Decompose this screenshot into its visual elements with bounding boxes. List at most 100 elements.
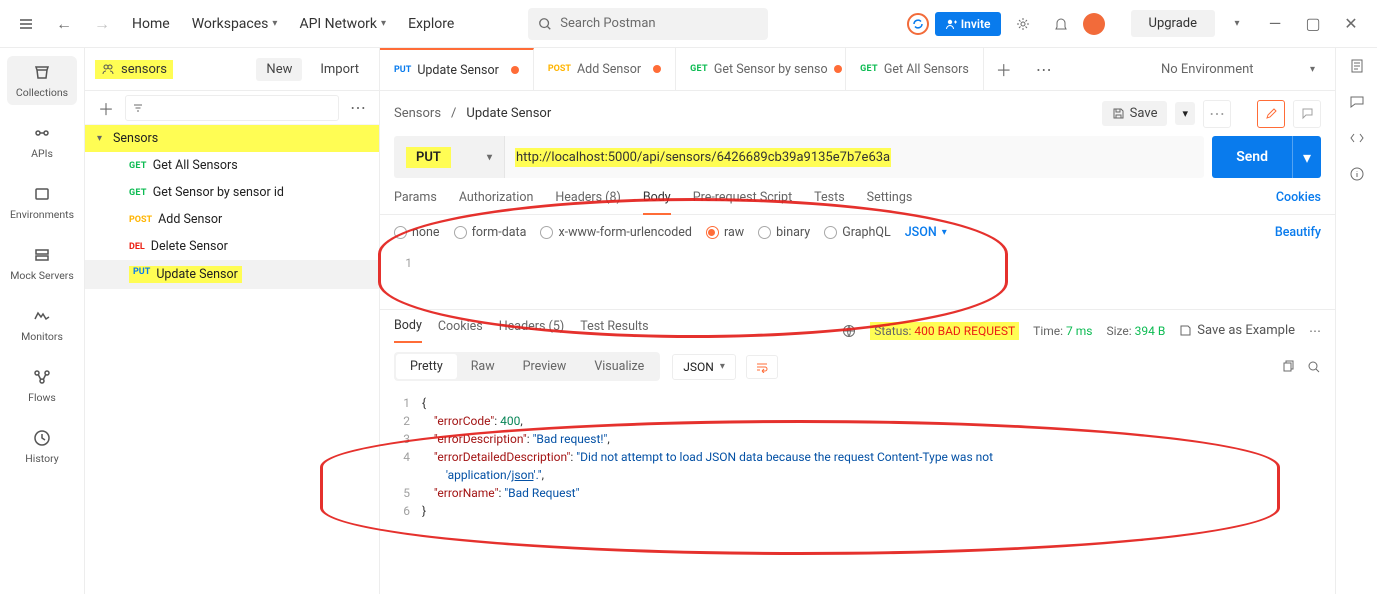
settings-icon[interactable] [1007,8,1039,40]
url-input[interactable]: http://localhost:5000/api/sensors/642668… [504,136,1204,178]
view-preview[interactable]: Preview [509,354,581,379]
tab-label: Update Sensor [417,63,499,78]
save-dropdown[interactable]: ▾ [1175,102,1195,125]
invite-button[interactable]: Invite [935,12,1001,36]
subtab-prereq[interactable]: Pre-request Script [693,190,792,214]
sidebar-item-get-one[interactable]: GETGet Sensor by sensor id [85,179,379,206]
maximize-window[interactable]: ▢ [1297,8,1329,40]
response-type-select[interactable]: JSON▾ [672,354,736,380]
subtab-body[interactable]: Body [643,190,671,214]
explore-nav[interactable]: Explore [400,10,462,38]
workspaces-nav[interactable]: Workspaces▾ [184,10,286,38]
body-type-select[interactable]: JSON▾ [905,225,947,240]
tab-get-sensor[interactable]: GETGet Sensor by senso [676,48,846,90]
request-body-editor[interactable]: 1 [380,250,1335,310]
upgrade-button[interactable]: Upgrade [1131,10,1215,37]
code-icon[interactable] [1349,130,1365,146]
sidebar-item-get-all[interactable]: GETGet All Sensors [85,152,379,179]
sidebar-item-delete[interactable]: DELDelete Sensor [85,233,379,260]
copy-icon[interactable] [1281,360,1295,374]
upgrade-chevron[interactable]: ▾ [1221,8,1253,40]
breadcrumb-collection[interactable]: Sensors [394,106,441,121]
method-badge: DEL [129,242,145,252]
notifications-icon[interactable] [1045,8,1077,40]
send-button[interactable]: Send [1212,136,1292,178]
body-binary[interactable]: binary [758,225,810,240]
opt-label: none [412,225,440,240]
rail-environments[interactable]: Environments [7,178,77,227]
info-icon[interactable] [1349,166,1365,182]
subtab-auth[interactable]: Authorization [459,190,534,214]
wrap-lines-icon[interactable] [746,355,778,379]
collection-sensors[interactable]: ▾Sensors [85,125,379,152]
home-nav[interactable]: Home [124,10,178,38]
search-response-icon[interactable] [1307,360,1321,374]
subtab-settings[interactable]: Settings [867,190,913,214]
search-input[interactable]: Search Postman [528,8,768,40]
environment-select[interactable]: No Environment▾ [1153,62,1323,77]
rail-mock-label: Mock Servers [10,269,74,282]
rail-flows[interactable]: Flows [7,361,77,410]
filter-icon[interactable] [125,95,339,121]
rail-mock-servers[interactable]: Mock Servers [7,239,77,288]
avatar[interactable] [1083,13,1105,35]
view-visualize[interactable]: Visualize [580,354,658,379]
workspace-name[interactable]: sensors [95,60,173,79]
add-icon[interactable]: ＋ [93,95,119,121]
close-window[interactable]: ✕ [1335,8,1367,40]
subtab-tests[interactable]: Tests [814,190,844,214]
api-network-nav[interactable]: API Network▾ [291,10,394,38]
send-dropdown[interactable]: ▾ [1292,136,1321,178]
comment-icon[interactable] [1293,100,1321,128]
back-icon[interactable]: ← [48,8,80,40]
subtab-params[interactable]: Params [394,190,437,214]
rail-history-label: History [25,452,58,465]
save-button[interactable]: Save [1102,101,1168,126]
response-body[interactable]: 1{2 "errorCode": 400,3 "errorDescription… [380,390,1335,524]
docs-icon[interactable] [1349,58,1365,74]
time-stat: Time: 7 ms [1033,324,1092,338]
api-network-label: API Network [299,16,377,32]
mock-servers-icon [32,245,52,265]
edit-icon[interactable] [1257,100,1285,128]
beautify-link[interactable]: Beautify [1275,225,1321,240]
dirty-indicator [511,66,519,74]
subtab-headers[interactable]: Headers (8) [555,190,620,214]
tab-get-all[interactable]: GETGet All Sensors [846,48,984,90]
import-button[interactable]: Import [310,58,369,81]
new-tab-button[interactable]: ＋ [984,48,1024,90]
cookies-link[interactable]: Cookies [1276,190,1321,214]
resp-tab-tests[interactable]: Test Results [580,319,648,342]
tab-update-sensor[interactable]: PUTUpdate Sensor [380,48,534,90]
resp-tab-cookies[interactable]: Cookies [438,319,483,342]
save-as-example[interactable]: Save as Example [1179,323,1295,338]
body-graphql[interactable]: GraphQL [824,225,891,240]
sidebar-item-add[interactable]: POSTAdd Sensor [85,206,379,233]
comments-panel-icon[interactable] [1349,94,1365,110]
resp-more[interactable]: ⋯ [1309,324,1321,338]
resp-tab-body[interactable]: Body [394,318,422,343]
rail-collections[interactable]: Collections [7,56,77,105]
tab-add-sensor[interactable]: POSTAdd Sensor [534,48,676,90]
view-raw[interactable]: Raw [457,354,509,379]
tab-options[interactable]: ⋯ [1024,48,1064,90]
rail-monitors[interactable]: Monitors [7,300,77,349]
more-actions[interactable]: ⋯ [1203,100,1231,128]
hamburger-icon[interactable] [10,8,42,40]
sidebar-item-update[interactable]: PUTUpdate Sensor [85,260,379,289]
body-none[interactable]: none [394,225,440,240]
minimize-window[interactable]: — [1259,8,1291,40]
sync-icon[interactable] [907,13,929,35]
new-button[interactable]: New [256,58,302,81]
body-raw[interactable]: raw [706,225,744,240]
forward-icon[interactable]: → [86,8,118,40]
more-icon[interactable]: ⋯ [345,95,371,121]
rail-apis[interactable]: APIs [7,117,77,166]
view-pretty[interactable]: Pretty [396,354,457,379]
method-select[interactable]: PUT▾ [394,136,504,178]
rail-history[interactable]: History [7,422,77,471]
resp-tab-headers[interactable]: Headers (5) [499,319,564,342]
search-placeholder: Search Postman [560,16,655,31]
body-urlencoded[interactable]: x-www-form-urlencoded [540,225,692,240]
body-form-data[interactable]: form-data [454,225,527,240]
